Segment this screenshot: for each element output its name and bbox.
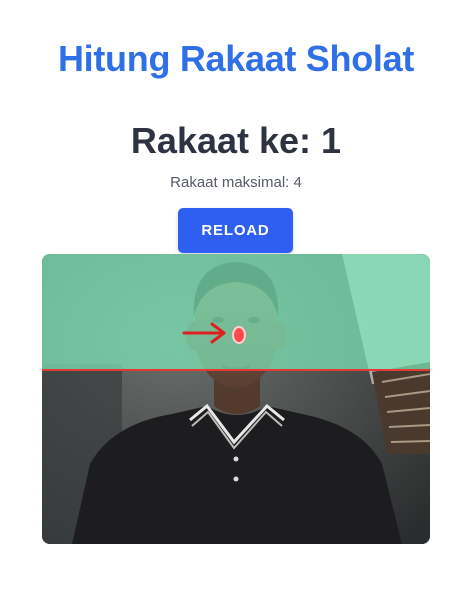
max-rakaat-label: Rakaat maksimal: 4 [170, 174, 302, 191]
reload-button[interactable]: RELOAD [178, 208, 293, 253]
nose-marker [232, 326, 246, 344]
head-zone-overlay [42, 254, 430, 369]
app-title: Hitung Rakaat Sholat [57, 38, 415, 79]
camera-feed [42, 254, 430, 544]
rakaat-counter: Rakaat ke: 1 [130, 120, 342, 161]
camera-frame [42, 254, 430, 544]
